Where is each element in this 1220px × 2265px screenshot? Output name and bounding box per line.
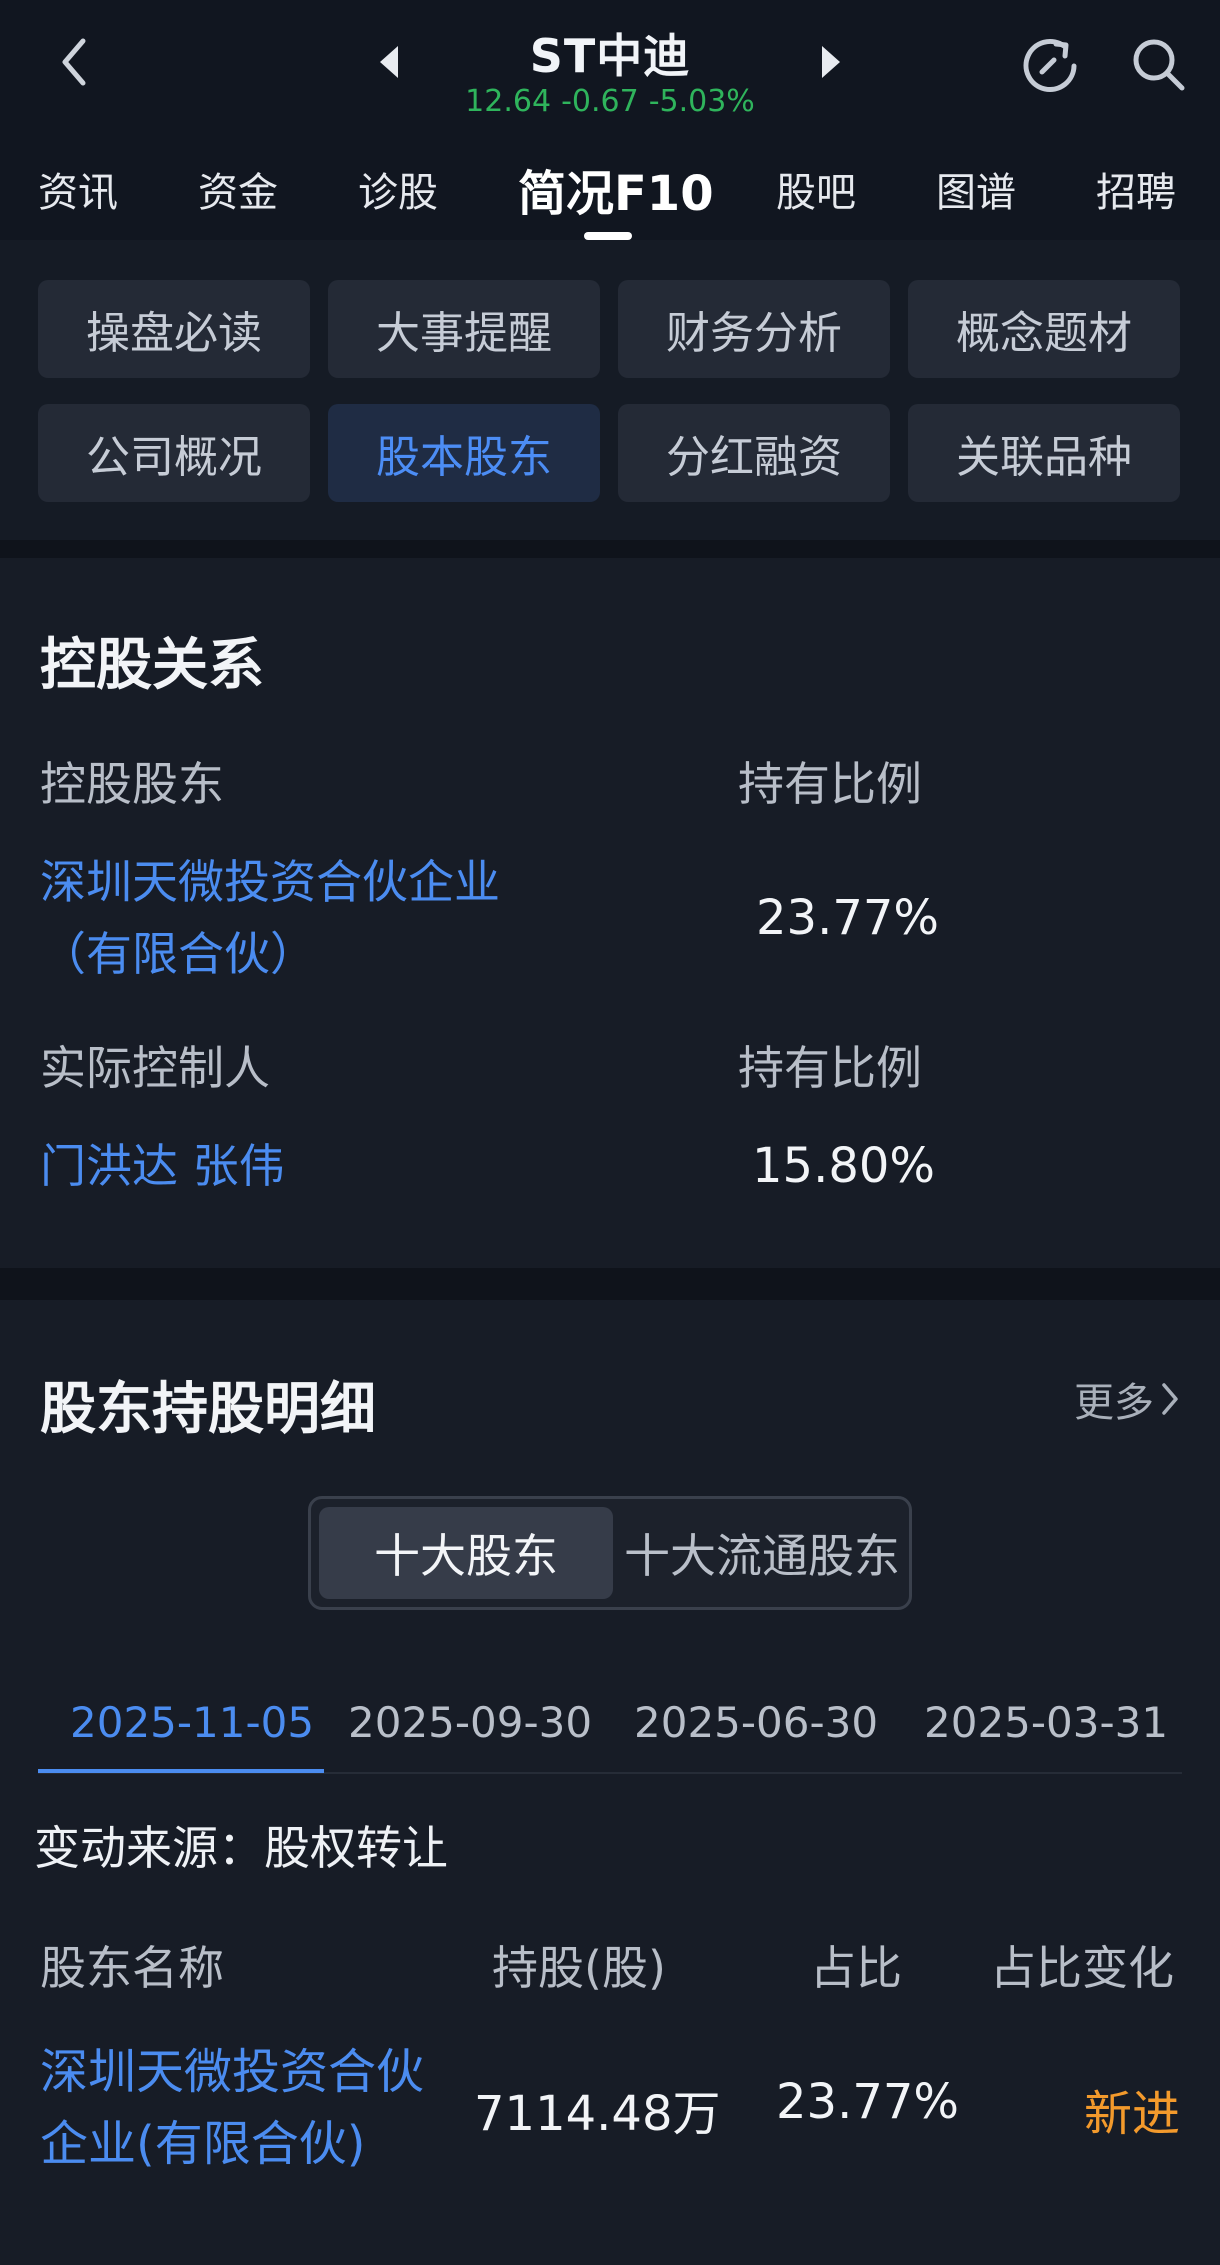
refresh-icon[interactable] xyxy=(1020,34,1080,98)
actual-controller-ratio: 15.80% xyxy=(752,1138,936,1194)
holder-ratio: 23.77% xyxy=(776,2074,960,2130)
chip-company-overview[interactable]: 公司概况 xyxy=(38,404,310,502)
more-label: 更多 xyxy=(1074,1380,1154,1426)
stock-change-pct: -5.03% xyxy=(648,84,755,119)
holder-shares: 7114.48万 xyxy=(474,2086,721,2142)
chip-event-reminder[interactable]: 大事提醒 xyxy=(328,280,600,378)
search-icon[interactable] xyxy=(1130,36,1186,96)
more-link[interactable]: 更多 xyxy=(1074,1370,1180,1428)
chip-dividends[interactable]: 分红融资 xyxy=(618,404,890,502)
actual-controller-label: 实际控制人 xyxy=(40,1041,270,1095)
control-section-title: 控股关系 xyxy=(40,633,264,698)
stock-title: ST中迪 xyxy=(529,29,691,83)
actual-ratio-label: 持有比例 xyxy=(738,1041,922,1095)
date-tab-1[interactable]: 2025-11-05 xyxy=(70,1698,314,1747)
chip-related-products[interactable]: 关联品种 xyxy=(908,404,1180,502)
date-tab-2[interactable]: 2025-09-30 xyxy=(348,1698,592,1747)
previous-stock-icon[interactable] xyxy=(376,44,402,84)
tab-f10[interactable]: 简况F10 xyxy=(518,154,714,224)
tab-news[interactable]: 资讯 xyxy=(38,160,118,218)
column-ratio: 占比 xyxy=(810,1941,902,1995)
tab-jobs[interactable]: 招聘 xyxy=(1096,160,1176,218)
change-source: 变动来源：股权转让 xyxy=(34,1821,448,1875)
controlling-holder-link[interactable]: 深圳天微投资合伙企业（有限合伙） xyxy=(40,846,500,990)
holder-ratio-change-badge: 新进 xyxy=(1084,2086,1181,2142)
tab-funds[interactable]: 资金 xyxy=(198,160,278,218)
back-icon[interactable] xyxy=(52,30,96,94)
holders-section-title: 股东持股明细 xyxy=(40,1377,376,1442)
actual-controller-link[interactable]: 门洪达 张伟 xyxy=(40,1130,285,1202)
stock-quote: 12.64 -0.67 -5.03% xyxy=(430,84,790,119)
chip-shareholders[interactable]: 股本股东 xyxy=(328,404,600,502)
date-tab-4[interactable]: 2025-03-31 xyxy=(924,1698,1168,1747)
column-ratio-change: 占比变化 xyxy=(990,1941,1174,1995)
column-shares: 持股(股) xyxy=(492,1941,666,1995)
chevron-right-icon xyxy=(1162,1383,1178,1415)
active-tab-indicator xyxy=(584,232,632,240)
holder-type-toggle: 十大股东 十大流通股东 xyxy=(308,1496,912,1610)
segment-top10-holders[interactable]: 十大股东 xyxy=(319,1507,613,1599)
date-tab-3[interactable]: 2025-06-30 xyxy=(634,1698,878,1747)
tab-graph[interactable]: 图谱 xyxy=(936,160,1016,218)
controlling-holder-label: 控股股东 xyxy=(40,757,224,811)
active-date-indicator xyxy=(38,1769,324,1773)
chip-financial-analysis[interactable]: 财务分析 xyxy=(618,280,890,378)
column-holder-name: 股东名称 xyxy=(40,1941,224,1995)
chip-concepts[interactable]: 概念题材 xyxy=(908,280,1180,378)
controlling-holder-ratio: 23.77% xyxy=(756,890,940,946)
stock-change: -0.67 xyxy=(561,84,639,119)
segment-top10-float-holders[interactable]: 十大流通股东 xyxy=(617,1507,907,1599)
chip-trading-must-read[interactable]: 操盘必读 xyxy=(38,280,310,378)
tab-diagnosis[interactable]: 诊股 xyxy=(358,160,438,218)
sub-navigation: 操盘必读 大事提醒 财务分析 概念题材 公司概况 股本股东 分红融资 关联品种 xyxy=(0,240,1220,540)
holding-ratio-label: 持有比例 xyxy=(738,757,922,811)
next-stock-icon[interactable] xyxy=(818,44,844,84)
holder-name-link[interactable]: 深圳天微投资合伙企业(有限合伙) xyxy=(40,2036,460,2180)
stock-price: 12.64 xyxy=(465,84,552,119)
top-bar: ST中迪 12.64 -0.67 -5.03% 资讯 资金 诊股 简况F10 股吧 … xyxy=(0,0,1220,240)
main-tabs: 资讯 资金 诊股 简况F10 股吧 图谱 招聘 xyxy=(0,150,1220,240)
tab-forum[interactable]: 股吧 xyxy=(776,160,856,218)
